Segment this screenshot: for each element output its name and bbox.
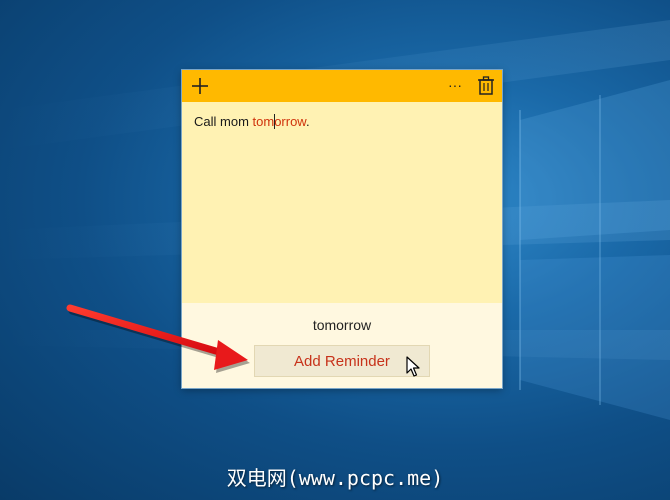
trash-icon[interactable] bbox=[474, 74, 498, 98]
sticky-note: ··· Call mom tomorrow. tomorrow Add Remi… bbox=[182, 70, 502, 388]
note-header: ··· bbox=[182, 70, 502, 102]
add-reminder-button[interactable]: Add Reminder bbox=[254, 345, 430, 377]
ellipsis-glyph: ··· bbox=[448, 77, 462, 93]
reminder-suggestion: tomorrow bbox=[312, 317, 372, 333]
ellipsis-icon[interactable]: ··· bbox=[443, 74, 467, 98]
watermark: 双电网(www.pcpc.me) bbox=[226, 466, 444, 490]
note-text-detected-date-b[interactable]: orrow bbox=[274, 114, 306, 129]
note-text[interactable]: Call mom tomorrow. bbox=[194, 114, 310, 129]
reminder-panel: tomorrow Add Reminder bbox=[182, 303, 502, 388]
note-text-end: . bbox=[305, 114, 310, 129]
plus-icon[interactable] bbox=[188, 74, 212, 98]
mouse-cursor-icon bbox=[406, 356, 420, 377]
note-text-detected-date-a[interactable]: tom bbox=[253, 114, 275, 129]
note-body[interactable]: Call mom tomorrow. bbox=[182, 102, 502, 303]
note-text-plain: Call mom bbox=[194, 114, 253, 129]
